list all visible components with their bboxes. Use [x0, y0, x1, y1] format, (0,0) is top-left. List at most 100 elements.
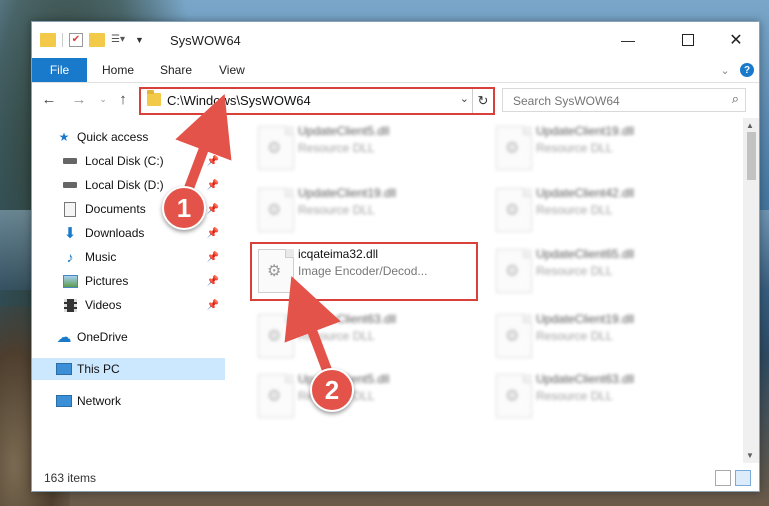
sidebar-item-this-pc[interactable]: This PC — [32, 358, 225, 380]
sidebar-item-label: Quick access — [77, 130, 149, 144]
pin-icon[interactable]: 📌 — [207, 276, 219, 287]
sidebar-item-network[interactable]: Network — [32, 390, 225, 412]
expand-ribbon-button[interactable]: ⌄ — [716, 61, 734, 79]
title-bar: ✔ ☰▾ ▼ SysWOW64 — ✕ — [32, 22, 759, 58]
file-tile[interactable]: ⚙ UpdateClient5.dll Resource DLL — [250, 120, 480, 176]
maximize-icon — [682, 34, 694, 46]
sidebar-item-onedrive[interactable]: ☁ OneDrive — [32, 326, 225, 348]
file-description: Resource DLL — [536, 141, 613, 155]
large-icons-view-icon[interactable] — [735, 470, 751, 486]
drive-icon — [62, 178, 78, 192]
pin-icon[interactable]: 📌 — [207, 204, 219, 215]
file-description: Resource DLL — [536, 264, 613, 278]
search-box[interactable]: ⌕ — [502, 88, 746, 112]
file-description: Resource DLL — [298, 203, 375, 217]
sidebar-item-videos[interactable]: Videos 📌 — [32, 294, 225, 316]
ribbon-tabs: File Home Share View ⌄ ? — [32, 58, 759, 83]
scroll-up-icon[interactable]: ▲ — [746, 121, 754, 130]
sidebar-item-label: Videos — [85, 298, 122, 312]
file-name: UpdateClient19.dll — [298, 186, 397, 200]
arrow-right-icon: → — [71, 90, 87, 108]
drive-icon — [62, 154, 78, 168]
customize-toolbar-icon[interactable]: ☰▾ — [111, 33, 125, 47]
help-button[interactable]: ? — [740, 63, 754, 77]
file-tile[interactable]: ⚙ UpdateClient42.dll Resource DLL — [488, 182, 718, 238]
tab-view[interactable]: View — [219, 63, 245, 77]
computer-icon — [56, 362, 72, 376]
pin-icon[interactable]: 📌 — [207, 156, 219, 167]
scrollbar-thumb[interactable] — [747, 132, 756, 180]
close-button[interactable]: ✕ — [716, 26, 756, 54]
step-marker-1: 1 — [162, 186, 206, 230]
music-icon: ♪ — [66, 249, 74, 265]
refresh-button[interactable]: ↻ — [472, 89, 493, 113]
tab-file[interactable]: File — [32, 58, 87, 82]
file-tile[interactable]: ⚙ UpdateClient5.dll Resource DLL — [250, 368, 480, 424]
recent-locations-button[interactable]: ⌄ — [94, 90, 112, 108]
forward-button[interactable]: → — [70, 90, 88, 108]
maximize-button[interactable] — [668, 26, 708, 54]
tab-share[interactable]: Share — [160, 63, 192, 77]
gear-icon: ⚙ — [267, 388, 282, 405]
arrow-left-icon: ← — [41, 90, 57, 108]
chevron-down-icon: ⌄ — [99, 93, 107, 104]
file-tile[interactable]: ⚙ UpdateClient63.dll Resource DLL — [488, 368, 718, 424]
sidebar-item-label: Network — [77, 394, 122, 408]
address-row: ← → ⌄ ↑ C:\Windows\SysWOW64 ⌄ ↻ ⌕ — [32, 82, 759, 116]
pin-icon[interactable]: 📌 — [207, 300, 219, 311]
gear-icon: ⚙ — [505, 140, 520, 157]
minimize-button[interactable]: — — [608, 26, 648, 54]
file-name: UpdateClient63.dll — [536, 372, 635, 386]
file-explorer-window: ✔ ☰▾ ▼ SysWOW64 — ✕ File Home Share View… — [31, 21, 760, 492]
file-description: Resource DLL — [536, 203, 613, 217]
pin-icon[interactable]: 📌 — [207, 180, 219, 191]
gear-icon: ⚙ — [267, 140, 282, 157]
sidebar-item-label: Local Disk (C:) — [85, 154, 164, 168]
file-tile[interactable]: ⚙ UpdateClient63.dll Resource DLL — [250, 308, 480, 364]
gear-icon: ⚙ — [505, 388, 520, 405]
address-path[interactable]: C:\Windows\SysWOW64 — [167, 93, 311, 108]
pin-icon[interactable]: 📌 — [207, 228, 219, 239]
sidebar-item-music[interactable]: ♪ Music 📌 — [32, 246, 225, 268]
star-icon: ★ — [58, 130, 70, 144]
sidebar-item-pictures[interactable]: Pictures 📌 — [32, 270, 225, 292]
network-icon — [56, 394, 72, 408]
help-icon: ? — [743, 64, 751, 76]
folder-icon[interactable] — [40, 33, 56, 47]
back-button[interactable]: ← — [40, 90, 58, 108]
pictures-icon — [62, 274, 78, 288]
vertical-scrollbar[interactable]: ▲ ▼ — [743, 118, 759, 463]
file-description: Resource DLL — [298, 329, 375, 343]
sidebar-item-label: Local Disk (D:) — [85, 178, 164, 192]
chevron-down-icon[interactable]: ⌄ — [460, 92, 469, 105]
search-icon[interactable]: ⌕ — [732, 91, 739, 107]
arrow-up-icon: ↑ — [119, 90, 127, 108]
up-button[interactable]: ↑ — [114, 90, 132, 108]
file-name: UpdateClient63.dll — [298, 312, 397, 326]
sidebar-item-local-disk-c[interactable]: Local Disk (C:) 📌 — [32, 150, 225, 172]
file-tile[interactable]: ⚙ UpdateClient19.dll Resource DLL — [250, 182, 480, 238]
scroll-down-icon[interactable]: ▼ — [746, 451, 754, 460]
search-input[interactable] — [511, 92, 715, 110]
gear-icon: ⚙ — [505, 263, 520, 280]
file-tile[interactable]: ⚙ UpdateClient65.dll Resource DLL — [488, 243, 718, 299]
file-description: Resource DLL — [536, 329, 613, 343]
gear-icon: ⚙ — [267, 328, 282, 345]
properties-icon[interactable]: ✔ — [69, 33, 83, 47]
file-tile[interactable]: ⚙ UpdateClient19.dll Resource DLL — [488, 120, 718, 176]
file-name: UpdateClient19.dll — [536, 124, 635, 138]
new-folder-icon[interactable] — [89, 33, 105, 47]
tab-home[interactable]: Home — [102, 63, 134, 77]
address-bar[interactable]: C:\Windows\SysWOW64 ⌄ ↻ — [139, 87, 495, 115]
sidebar-item-label: Downloads — [85, 226, 145, 240]
download-icon: ⬇ — [63, 225, 77, 242]
sidebar-item-label: OneDrive — [77, 330, 128, 344]
pin-icon[interactable]: 📌 — [207, 252, 219, 263]
close-icon: ✕ — [729, 32, 743, 49]
details-view-icon[interactable] — [715, 470, 731, 486]
sidebar-item-quick-access[interactable]: ★ Quick access — [32, 126, 225, 148]
chevron-down-icon[interactable]: ▼ — [135, 35, 144, 45]
file-name: UpdateClient5.dll — [298, 124, 390, 138]
chevron-down-icon: ⌄ — [720, 64, 730, 77]
file-tile[interactable]: ⚙ UpdateClient19.dll Resource DLL — [488, 308, 718, 364]
